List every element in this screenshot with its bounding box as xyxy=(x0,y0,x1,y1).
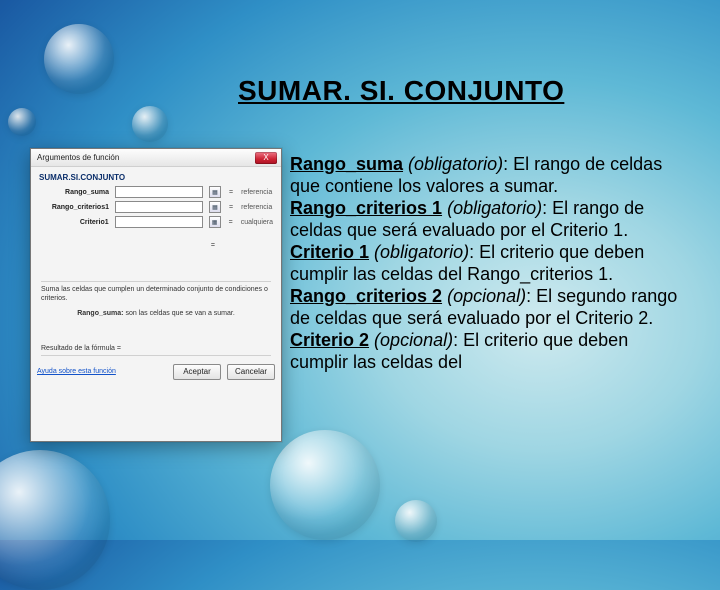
page-title: SUMAR. SI. CONJUNTO xyxy=(238,76,678,105)
arg-input[interactable] xyxy=(115,201,203,213)
equals-sign: = xyxy=(229,189,233,196)
arg-row: Criterio1 ▦ = cualquiera xyxy=(39,216,273,228)
arg-input[interactable] xyxy=(115,216,203,228)
dialog-title-text: Argumentos de función xyxy=(37,153,119,162)
bubble xyxy=(44,24,114,94)
dialog-body: SUMAR.SI.CONJUNTO Rango_suma ▦ = referen… xyxy=(31,167,281,364)
bubble xyxy=(0,450,110,590)
cancel-button[interactable]: Cancelar xyxy=(227,364,275,380)
bubble xyxy=(8,108,36,136)
definition-item: Criterio 1 (obligatorio): El criterio qu… xyxy=(290,242,682,286)
definition-requirement: (obligatorio) xyxy=(447,198,542,218)
definition-name: Rango_suma xyxy=(290,154,403,174)
definition-name: Rango_criterios 1 xyxy=(290,198,442,218)
bubble xyxy=(132,106,168,142)
dialog-arg-description: Rango_suma: son las celdas que se van a … xyxy=(39,310,273,317)
definition-name: Criterio 2 xyxy=(290,330,369,350)
arg-label: Rango_suma xyxy=(39,189,109,196)
ok-button[interactable]: Aceptar xyxy=(173,364,221,380)
definition-item: Rango_suma (obligatorio): El rango de ce… xyxy=(290,154,682,198)
definition-requirement: (obligatorio) xyxy=(374,242,469,262)
equals-sign: = xyxy=(229,204,233,211)
arg-desc-text: son las celdas que se van a sumar. xyxy=(125,310,234,317)
definition-requirement: (opcional) xyxy=(447,286,526,306)
dialog-function-name: SUMAR.SI.CONJUNTO xyxy=(39,173,273,182)
slide: SUMAR. SI. CONJUNTO Argumentos de funció… xyxy=(0,0,720,540)
arg-desc-name: Rango_suma: xyxy=(77,310,123,317)
arg-label: Rango_criterios1 xyxy=(39,204,109,211)
definition-requirement: (opcional) xyxy=(374,330,453,350)
dialog-button-row: Aceptar Cancelar xyxy=(173,364,275,380)
definition-item: Rango_criterios 1 (obligatorio): El rang… xyxy=(290,198,682,242)
function-args-dialog: Argumentos de función X SUMAR.SI.CONJUNT… xyxy=(30,148,282,442)
arg-hint: cualquiera xyxy=(241,219,273,226)
range-picker-icon[interactable]: ▦ xyxy=(209,216,221,228)
definitions-block: Rango_suma (obligatorio): El rango de ce… xyxy=(290,154,682,374)
range-picker-icon[interactable]: ▦ xyxy=(209,201,221,213)
dialog-result-label: Resultado de la fórmula = xyxy=(39,345,273,352)
equals-result: = xyxy=(39,242,273,249)
definition-item: Rango_criterios 2 (opcional): El segundo… xyxy=(290,286,682,330)
arg-hint: referencia xyxy=(241,204,272,211)
dialog-help-link[interactable]: Ayuda sobre esta función xyxy=(37,368,116,375)
range-picker-icon[interactable]: ▦ xyxy=(209,186,221,198)
bubble xyxy=(270,430,380,540)
definition-item: Criterio 2 (opcional): El criterio que d… xyxy=(290,330,682,374)
equals-sign: = xyxy=(229,219,233,226)
definition-name: Rango_criterios 2 xyxy=(290,286,442,306)
arg-hint: referencia xyxy=(241,189,272,196)
arg-input[interactable] xyxy=(115,186,203,198)
arg-label: Criterio1 xyxy=(39,219,109,226)
bubble xyxy=(395,500,437,542)
arg-row: Rango_suma ▦ = referencia xyxy=(39,186,273,198)
definition-requirement: (obligatorio) xyxy=(408,154,503,174)
divider xyxy=(41,281,271,282)
dialog-titlebar: Argumentos de función X xyxy=(31,149,281,167)
dialog-footer: Ayuda sobre esta función Aceptar Cancela… xyxy=(31,364,281,386)
divider xyxy=(41,355,271,356)
close-icon[interactable]: X xyxy=(255,152,277,164)
arg-row: Rango_criterios1 ▦ = referencia xyxy=(39,201,273,213)
definition-name: Criterio 1 xyxy=(290,242,369,262)
dialog-description: Suma las celdas que cumplen un determina… xyxy=(39,286,273,304)
